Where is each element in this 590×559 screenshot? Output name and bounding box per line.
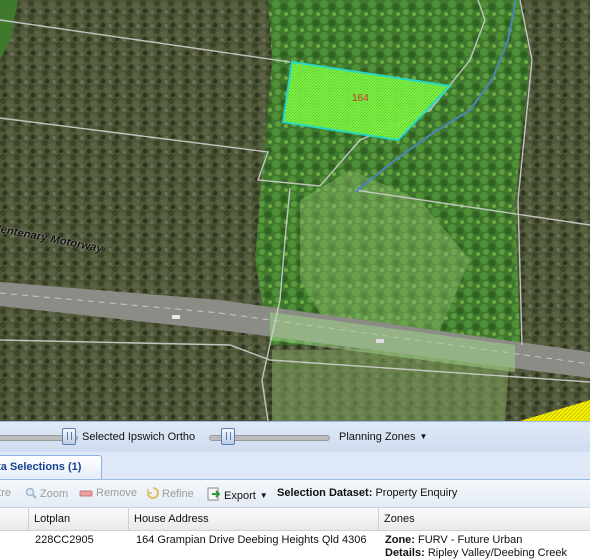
- zoom-button[interactable]: Zoom: [25, 487, 68, 500]
- ortho-opacity-thumb[interactable]: [62, 428, 76, 445]
- centre-button[interactable]: Centre: [0, 487, 11, 499]
- zone-label: Zone:: [385, 534, 415, 546]
- export-icon: [207, 487, 221, 501]
- zoom-label: Zoom: [40, 488, 69, 500]
- table-row[interactable]: 228CC2905 164 Grampian Drive Deebing Hei…: [0, 531, 590, 559]
- centre-label: Centre: [0, 487, 12, 499]
- zones-opacity-thumb[interactable]: [220, 428, 235, 445]
- cell-address: 164 Grampian Drive Deebing Heights Qld 4…: [136, 534, 367, 546]
- selection-dataset-value: Property Enquiry: [375, 487, 458, 499]
- selection-dataset-label: Selection Dataset:: [277, 487, 373, 499]
- refine-label: Refine: [162, 488, 194, 500]
- remove-label: Remove: [96, 487, 137, 499]
- tab-data-selections[interactable]: Data Selections (1): [0, 455, 102, 479]
- tab-strip: Data Selections (1): [0, 452, 590, 480]
- cell-lotplan: 228CC2905: [35, 534, 94, 546]
- cell-zone: Zone: FURV - Future Urban: [385, 534, 522, 546]
- remove-button[interactable]: Remove: [79, 487, 137, 499]
- toolbar: Centre Zoom Remove Refine Export▼ Select…: [0, 480, 590, 508]
- grid-header: Lotplan House Address Zones: [0, 508, 590, 531]
- remove-icon: [79, 490, 93, 497]
- zones-layer-label: Planning Zones: [339, 431, 416, 443]
- details-value: Ripley Valley/Deebing Creek: [427, 547, 568, 559]
- ortho-layer-label: Selected Ipswich Ortho: [82, 431, 196, 443]
- refine-button[interactable]: Refine: [147, 487, 194, 500]
- lot-number-label: 164: [352, 93, 369, 104]
- zoom-icon: [25, 487, 37, 499]
- selection-dataset-info: Selection Dataset: Property Enquiry: [277, 487, 457, 499]
- zone-value: FURV - Future Urban: [418, 534, 523, 546]
- layer-control-bar: Selected Ipswich Ortho Planning Zones ▼: [0, 421, 590, 453]
- export-button[interactable]: Export ▼: [207, 487, 268, 502]
- cell-details: Details: Ripley Valley/Deebing Creek: [385, 547, 567, 559]
- column-header-address[interactable]: House Address: [128, 508, 379, 530]
- map-view[interactable]: 164 Centenary Motorway: [0, 0, 590, 421]
- row-selector-header[interactable]: [0, 508, 29, 530]
- zones-layer-dropdown[interactable]: Planning Zones ▼: [339, 431, 427, 443]
- tab-label: Data Selections (1): [0, 461, 82, 473]
- details-label: Details:: [385, 547, 425, 559]
- column-header-lotplan[interactable]: Lotplan: [28, 508, 129, 530]
- export-label: Export: [224, 490, 256, 502]
- column-header-zones[interactable]: Zones: [378, 508, 590, 530]
- chevron-down-icon: ▼: [259, 491, 268, 500]
- chevron-down-icon: ▼: [419, 432, 428, 441]
- refine-icon: [147, 487, 159, 499]
